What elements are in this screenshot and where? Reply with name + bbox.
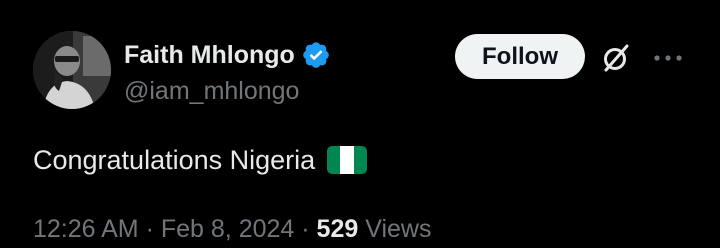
follow-button[interactable]: Follow (455, 34, 585, 79)
tweet-text: Congratulations Nigeria (33, 143, 368, 177)
author-display-name[interactable]: Faith Mhlongo (124, 40, 295, 70)
verified-badge-icon[interactable] (301, 40, 331, 70)
meta-separator: · (145, 215, 154, 243)
avatar[interactable] (33, 31, 111, 109)
avatar-image (33, 31, 111, 109)
tweet-date[interactable]: Feb 8, 2024 (161, 215, 294, 243)
author-name-row: Faith Mhlongo (124, 40, 331, 70)
tweet-text-body: Congratulations Nigeria (33, 145, 316, 175)
tweet-time[interactable]: 12:26 AM (33, 215, 139, 243)
grok-icon[interactable] (598, 40, 634, 76)
more-icon[interactable] (652, 44, 684, 72)
tweet-meta: 12:26 AM · Feb 8, 2024 · 529 Views (33, 214, 431, 244)
tweet: Faith Mhlongo @iam_mhlongo Follow Congra… (0, 0, 720, 248)
meta-separator-2: · (301, 215, 310, 243)
views-count: 529 (316, 215, 359, 243)
nigeria-flag-icon (327, 146, 368, 174)
author-handle[interactable]: @iam_mhlongo (124, 76, 299, 106)
views-label: Views (365, 215, 432, 243)
